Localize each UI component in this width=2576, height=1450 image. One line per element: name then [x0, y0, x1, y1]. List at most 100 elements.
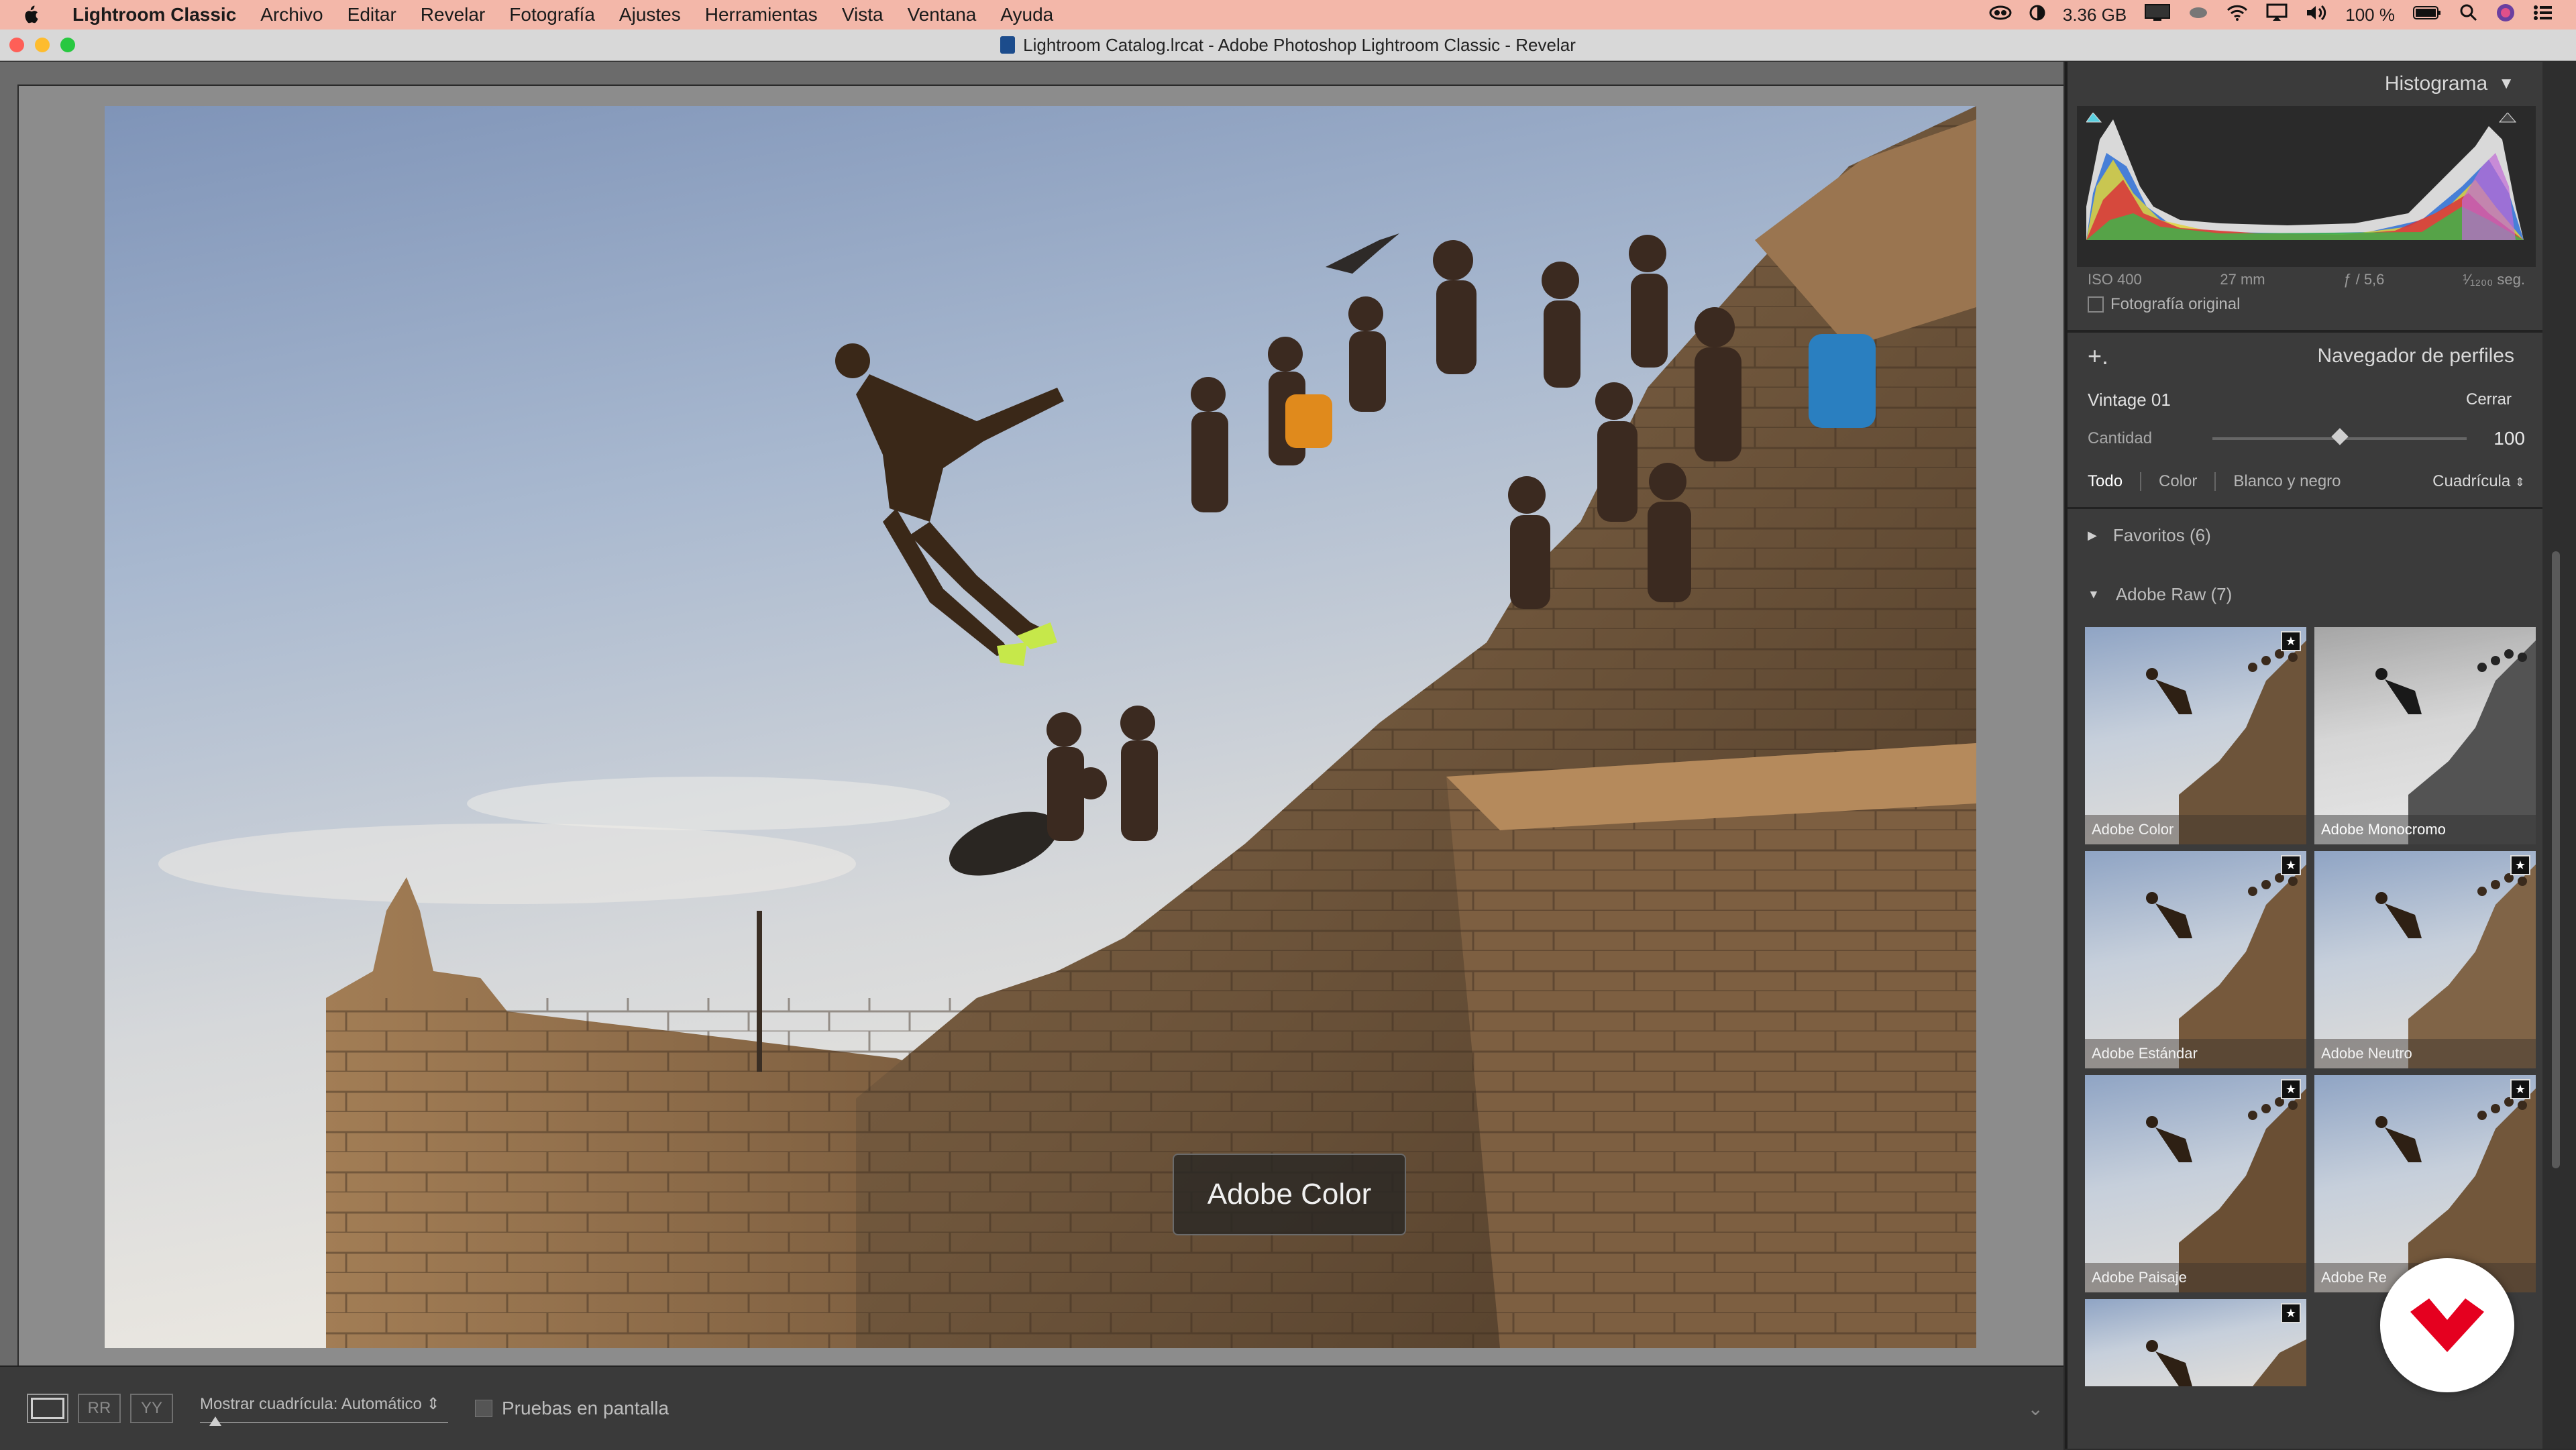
filter-separator [2140, 472, 2142, 491]
notification-center-icon[interactable] [2533, 4, 2553, 26]
soft-proofing-label: Pruebas en pantalla [502, 1398, 669, 1418]
profile-tile-partial[interactable]: ★ [2085, 1299, 2306, 1386]
window-title-bar: Lightroom Catalog.lrcat - Adobe Photosho… [0, 30, 2576, 61]
profile-tile-label: Adobe Color [2085, 815, 2306, 844]
memory-monitor-icon[interactable] [2029, 5, 2045, 25]
original-photo-label: Fotografía original [2110, 295, 2241, 313]
favorite-star-icon[interactable]: ★ [2510, 1079, 2530, 1099]
wifi-icon[interactable] [2226, 4, 2249, 26]
menu-ayuda[interactable]: Ayuda [988, 4, 1065, 25]
histogram-title: Histograma [2384, 72, 2488, 95]
amount-slider-knob[interactable] [2330, 428, 2349, 445]
battery-value: 100 % [2345, 4, 2395, 25]
memory-value: 3.36 GB [2062, 4, 2127, 25]
volume-icon[interactable] [2305, 4, 2328, 26]
favorite-star-icon[interactable]: ★ [2510, 855, 2530, 875]
grid-overlay-control[interactable]: Mostrar cuadrícula: Automático ⇕ [200, 1394, 448, 1426]
collapse-triangle-icon[interactable]: ▼ [2088, 588, 2100, 602]
menu-herramientas[interactable]: Herramientas [693, 4, 830, 25]
aperture-value: ƒ / 5,6 [2343, 271, 2385, 288]
apple-icon[interactable] [0, 5, 60, 25]
loupe-view-button[interactable] [27, 1394, 68, 1423]
current-profile-name: Vintage 01 [2088, 389, 2171, 410]
siri-icon[interactable] [2496, 3, 2516, 27]
right-panel-scrollbar[interactable] [2542, 62, 2576, 1449]
profile-tile-adobe-color[interactable]: ★ Adobe Color [2085, 627, 2306, 844]
profile-tile-adobe-neutro[interactable]: ★ Adobe Neutro [2314, 851, 2536, 1068]
favorites-label: Favoritos (6) [2112, 524, 2211, 545]
profile-preview-label: Adobe Color [1173, 1154, 1406, 1235]
bottom-toolbar: RR YY Mostrar cuadrícula: Automático ⇕ P… [0, 1365, 2063, 1450]
minimize-window-button[interactable] [35, 38, 50, 52]
grid-size-slider[interactable] [200, 1416, 448, 1426]
profile-tile-label: Adobe Estándar [2085, 1039, 2306, 1068]
airplay-icon[interactable] [2266, 3, 2288, 27]
menu-vista[interactable]: Vista [830, 4, 896, 25]
favorites-section[interactable]: ▶ Favoritos (6) [2068, 507, 2545, 561]
histogram-display[interactable] [2077, 106, 2536, 267]
favorite-star-icon[interactable]: ★ [2281, 1303, 2301, 1323]
focal-length-value: 27 mm [2220, 271, 2265, 288]
menu-ventana[interactable]: Ventana [896, 4, 989, 25]
filter-color-tab[interactable]: Color [2159, 472, 2197, 491]
profile-tile-label: Adobe Paisaje [2085, 1263, 2306, 1292]
profile-tile-label: Adobe Monocromo [2314, 815, 2536, 844]
grid-dropdown-icon[interactable]: ⇕ [426, 1395, 439, 1413]
creative-cloud-icon[interactable] [1989, 5, 2012, 25]
profile-tile-adobe-monocromo[interactable]: Adobe Monocromo [2314, 627, 2536, 844]
grid-slider-knob[interactable] [209, 1416, 221, 1426]
right-panel: Histograma ▼ ISO 400 27 mm ƒ / 5,6 ¹⁄₁₂₀… [2065, 62, 2545, 1449]
shutter-value: ¹⁄₁₂₀₀ seg. [2463, 271, 2525, 288]
vpn-icon[interactable] [2188, 5, 2208, 25]
menu-bar: Lightroom Classic Archivo Editar Revelar… [0, 0, 2576, 30]
favorite-star-icon[interactable]: ★ [2281, 631, 2301, 651]
grid-value[interactable]: Automático [341, 1395, 422, 1413]
favorite-star-icon[interactable]: ★ [2281, 855, 2301, 875]
profile-tile-adobe-estandar[interactable]: ★ Adobe Estándar [2085, 851, 2306, 1068]
profile-browser-header[interactable]: +. Navegador de perfiles [2068, 333, 2545, 380]
profile-tile-adobe-paisaje[interactable]: ★ Adobe Paisaje [2085, 1075, 2306, 1292]
spotlight-search-icon[interactable] [2459, 3, 2478, 27]
amount-value[interactable]: 100 [2493, 428, 2525, 449]
close-profile-browser-button[interactable]: Cerrar [2453, 386, 2525, 413]
filter-all-tab[interactable]: Todo [2088, 472, 2123, 491]
menu-fotografia[interactable]: Fotografía [497, 4, 607, 25]
original-photo-checkbox[interactable] [2088, 296, 2104, 313]
soft-proofing-checkbox[interactable] [475, 1400, 492, 1417]
filter-bw-tab[interactable]: Blanco y negro [2233, 472, 2341, 491]
filter-separator [2214, 472, 2216, 491]
menu-revelar[interactable]: Revelar [409, 4, 497, 25]
view-mode-dropdown[interactable]: Cuadrícula ⇕ [2432, 472, 2525, 491]
original-photo-toggle[interactable]: Fotografía original [2068, 288, 2545, 321]
before-after-yy-button[interactable]: YY [130, 1394, 173, 1423]
battery-icon[interactable] [2412, 5, 2442, 25]
before-after-lr-button[interactable]: RR [78, 1394, 121, 1423]
scrollbar-thumb[interactable] [2552, 551, 2560, 1168]
menu-editar[interactable]: Editar [335, 4, 409, 25]
main-photo[interactable] [105, 106, 1976, 1348]
soft-proofing-toggle[interactable]: Pruebas en pantalla [475, 1398, 669, 1419]
window-title: Lightroom Catalog.lrcat - Adobe Photosho… [1023, 34, 1576, 55]
expand-triangle-icon[interactable]: ▶ [2088, 528, 2097, 543]
grid-label: Mostrar cuadrícula: [200, 1394, 338, 1413]
close-window-button[interactable] [9, 38, 24, 52]
panel-collapse-icon[interactable]: ▼ [2498, 74, 2514, 93]
chevron-down-icon[interactable]: ⌄ [2028, 1398, 2043, 1420]
profile-tile-label: Adobe Neutro [2314, 1039, 2536, 1068]
menu-app-name[interactable]: Lightroom Classic [60, 4, 248, 25]
menu-ajustes[interactable]: Ajustes [607, 4, 693, 25]
favorite-star-icon[interactable]: ★ [2281, 1079, 2301, 1099]
add-profile-icon[interactable]: +. [2088, 342, 2108, 370]
menu-archivo[interactable]: Archivo [248, 4, 335, 25]
profile-tile-adobe-retrato[interactable]: ★ Adobe Re [2314, 1075, 2536, 1292]
zoom-window-button[interactable] [60, 38, 75, 52]
profile-filter-row: Todo Color Blanco y negro Cuadrícula ⇕ [2068, 449, 2545, 491]
amount-slider[interactable] [2212, 428, 2467, 445]
adobe-raw-section[interactable]: ▼ Adobe Raw (7) [2068, 568, 2545, 620]
display-icon[interactable] [2144, 3, 2171, 27]
histogram-header[interactable]: Histograma ▼ [2068, 62, 2545, 106]
camera-info: ISO 400 27 mm ƒ / 5,6 ¹⁄₁₂₀₀ seg. [2068, 271, 2545, 288]
iso-value: ISO 400 [2088, 271, 2142, 288]
profile-browser-title: Navegador de perfiles [2317, 345, 2514, 367]
amount-row: Cantidad 100 [2068, 413, 2545, 449]
